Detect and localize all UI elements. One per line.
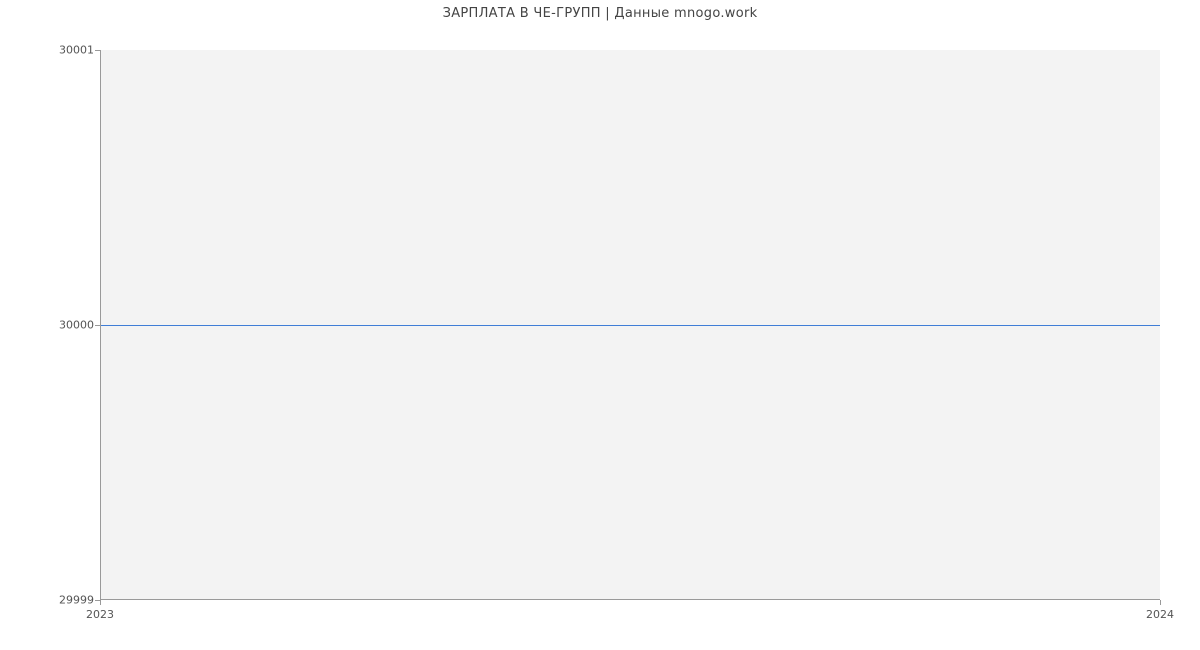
x-tick-mark [100,600,101,605]
chart-title: ЗАРПЛАТА В ЧЕ-ГРУПП | Данные mnogo.work [0,6,1200,21]
y-tick-label: 29999 [34,594,94,607]
x-tick-mark [1160,600,1161,605]
y-tick-label: 30001 [34,44,94,57]
y-tick-label: 30000 [34,319,94,332]
chart-container: ЗАРПЛАТА В ЧЕ-ГРУПП | Данные mnogo.work … [0,0,1200,650]
x-tick-label: 2024 [1146,608,1174,621]
x-tick-label: 2023 [86,608,114,621]
data-series-line [101,325,1160,326]
plot-area [100,50,1160,600]
